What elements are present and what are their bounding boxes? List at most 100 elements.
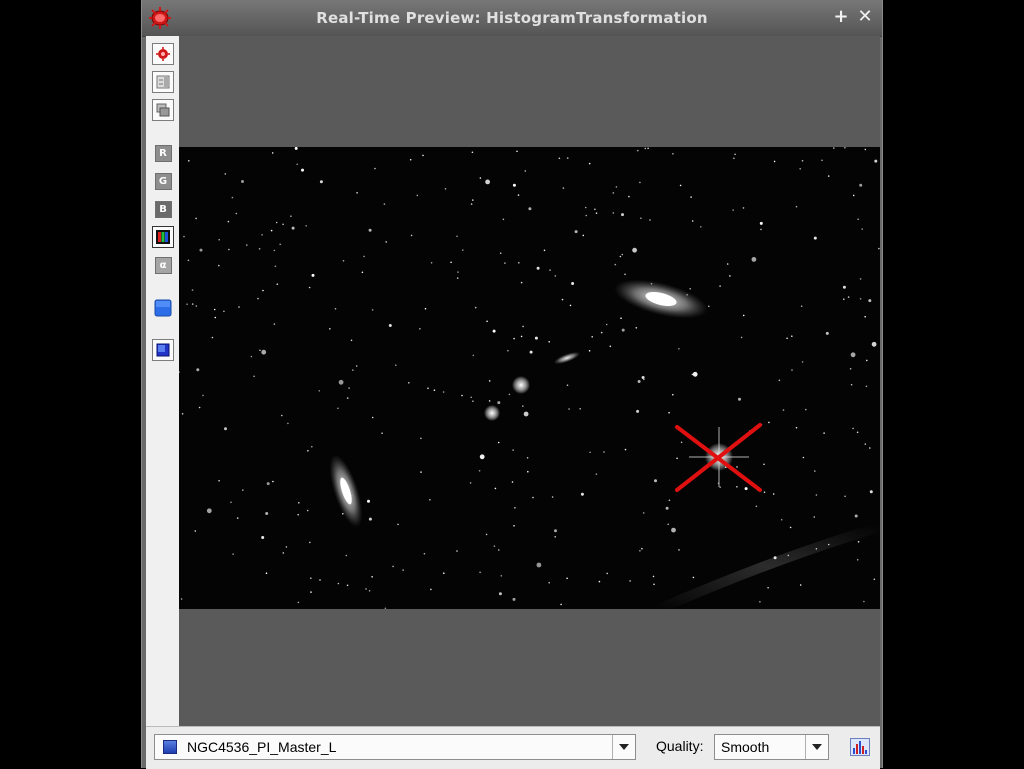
close-icon[interactable]: ✕ (856, 8, 874, 26)
star (218, 264, 220, 267)
star (472, 199, 474, 201)
star (191, 289, 194, 291)
star (187, 259, 190, 262)
star (584, 206, 587, 209)
star (514, 507, 516, 509)
star (516, 150, 518, 153)
star (381, 432, 383, 435)
star (568, 408, 570, 410)
star (588, 162, 591, 165)
window-title: Real-Time Preview: HistogramTransformati… (316, 9, 708, 27)
quality-dropdown-arrow[interactable] (805, 735, 828, 759)
histogram-button[interactable] (850, 738, 870, 756)
star (560, 603, 562, 606)
star (472, 354, 475, 357)
star (844, 495, 846, 498)
preview-toolbar: R G B α (146, 36, 180, 726)
star (319, 579, 321, 581)
star (238, 306, 240, 308)
view-selector[interactable]: NGC4536_PI_Master_L (154, 734, 636, 760)
blue-square-button[interactable] (152, 297, 174, 319)
star (456, 235, 458, 238)
star (479, 571, 481, 574)
channel-r-button[interactable]: R (152, 142, 174, 164)
channel-rgb-button[interactable] (152, 226, 174, 248)
preview-viewport[interactable] (179, 36, 880, 726)
star (873, 578, 876, 581)
star (271, 152, 274, 154)
shade-plus-icon[interactable]: + (832, 8, 850, 26)
star (346, 584, 349, 587)
star (606, 572, 608, 575)
star (194, 530, 197, 532)
star (497, 401, 501, 405)
star (738, 397, 741, 401)
star (801, 160, 804, 162)
star (365, 588, 367, 590)
star (612, 212, 615, 214)
star (690, 196, 692, 198)
star (352, 369, 354, 371)
star (744, 487, 748, 491)
star (740, 336, 743, 339)
quality-select[interactable]: Smooth (714, 734, 829, 760)
channel-g-button[interactable]: G (152, 170, 174, 192)
star (585, 214, 587, 217)
star (588, 350, 591, 352)
view-dropdown-arrow[interactable] (612, 735, 635, 759)
star (603, 451, 605, 453)
star (528, 207, 532, 211)
star (678, 348, 680, 350)
star (276, 283, 279, 285)
star (621, 253, 624, 256)
star (494, 487, 497, 490)
star (678, 549, 680, 551)
channel-r-label: R (154, 144, 172, 162)
star (348, 387, 350, 389)
star (534, 336, 538, 340)
star (319, 180, 323, 184)
blue-square-framed-button[interactable] (152, 339, 174, 361)
reset-button[interactable] (152, 43, 174, 65)
star (195, 305, 198, 307)
star (859, 298, 862, 300)
astro-image[interactable] (179, 147, 880, 609)
star (504, 262, 506, 264)
channel-b-button[interactable]: B (152, 198, 174, 220)
star (397, 523, 399, 526)
star (827, 543, 830, 546)
star (512, 183, 516, 187)
star (773, 160, 776, 163)
star (218, 479, 220, 482)
star (371, 309, 374, 311)
star (574, 230, 578, 234)
fit-view-button[interactable] (152, 71, 174, 93)
star (548, 341, 550, 343)
star (258, 248, 261, 250)
histogram-icon (850, 738, 870, 756)
star (849, 368, 852, 370)
star (595, 473, 598, 475)
title-bar[interactable]: Real-Time Preview: HistogramTransformati… (142, 0, 882, 37)
star (450, 261, 452, 264)
star (791, 335, 793, 337)
star (371, 576, 373, 578)
star (782, 409, 785, 411)
star (444, 188, 447, 190)
star (508, 393, 511, 396)
star (778, 379, 781, 382)
star (615, 186, 618, 188)
window-button[interactable] (152, 99, 174, 121)
reset-icon (156, 47, 170, 61)
star (864, 443, 867, 445)
star (786, 337, 788, 340)
star (605, 323, 608, 326)
star (700, 226, 702, 228)
star (230, 501, 232, 504)
star (692, 576, 695, 579)
star (821, 159, 823, 162)
channel-alpha-button[interactable]: α (152, 254, 174, 276)
star (282, 223, 284, 226)
star (385, 241, 387, 243)
star (355, 365, 358, 367)
